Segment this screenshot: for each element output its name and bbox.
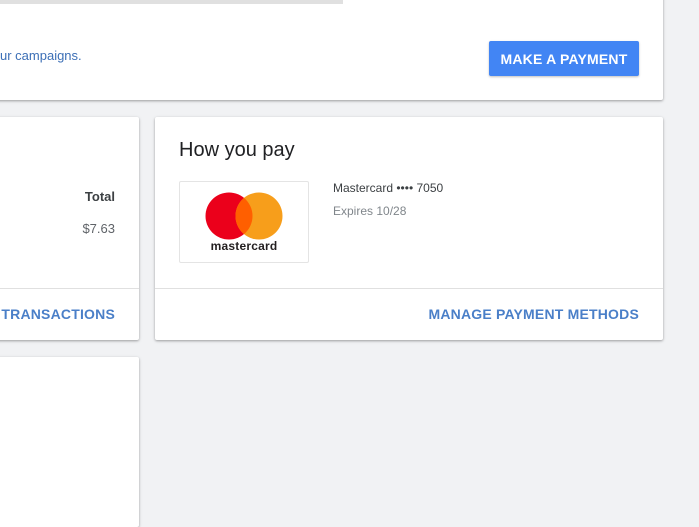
divider [0, 288, 139, 289]
mastercard-wordmark: mastercard [210, 239, 278, 253]
divider [155, 288, 663, 289]
manage-payment-methods-link[interactable]: MANAGE PAYMENT METHODS [428, 306, 639, 322]
total-column-header: Total [84, 189, 115, 204]
campaign-info-text: ur campaigns. [0, 48, 82, 63]
how-you-pay-title: How you pay [179, 139, 295, 161]
card-expiry: Expires 10/28 [333, 204, 407, 218]
make-payment-button[interactable]: MAKE A PAYMENT [489, 41, 639, 76]
payment-card-logo-box: mastercard [179, 181, 309, 263]
how-you-pay-card: How you pay mastercard Mastercard •••• 7… [155, 117, 663, 340]
view-transactions-link[interactable]: W TRANSACTIONS [0, 306, 115, 322]
progress-track [0, 0, 343, 4]
bottom-card [0, 357, 139, 527]
billing-summary-card: ur campaigns. MAKE A PAYMENT [0, 0, 663, 100]
card-name: Mastercard •••• 7050 [333, 181, 444, 195]
total-amount: $7.63 [82, 221, 115, 236]
transactions-card: Total $7.63 W TRANSACTIONS [0, 117, 139, 340]
